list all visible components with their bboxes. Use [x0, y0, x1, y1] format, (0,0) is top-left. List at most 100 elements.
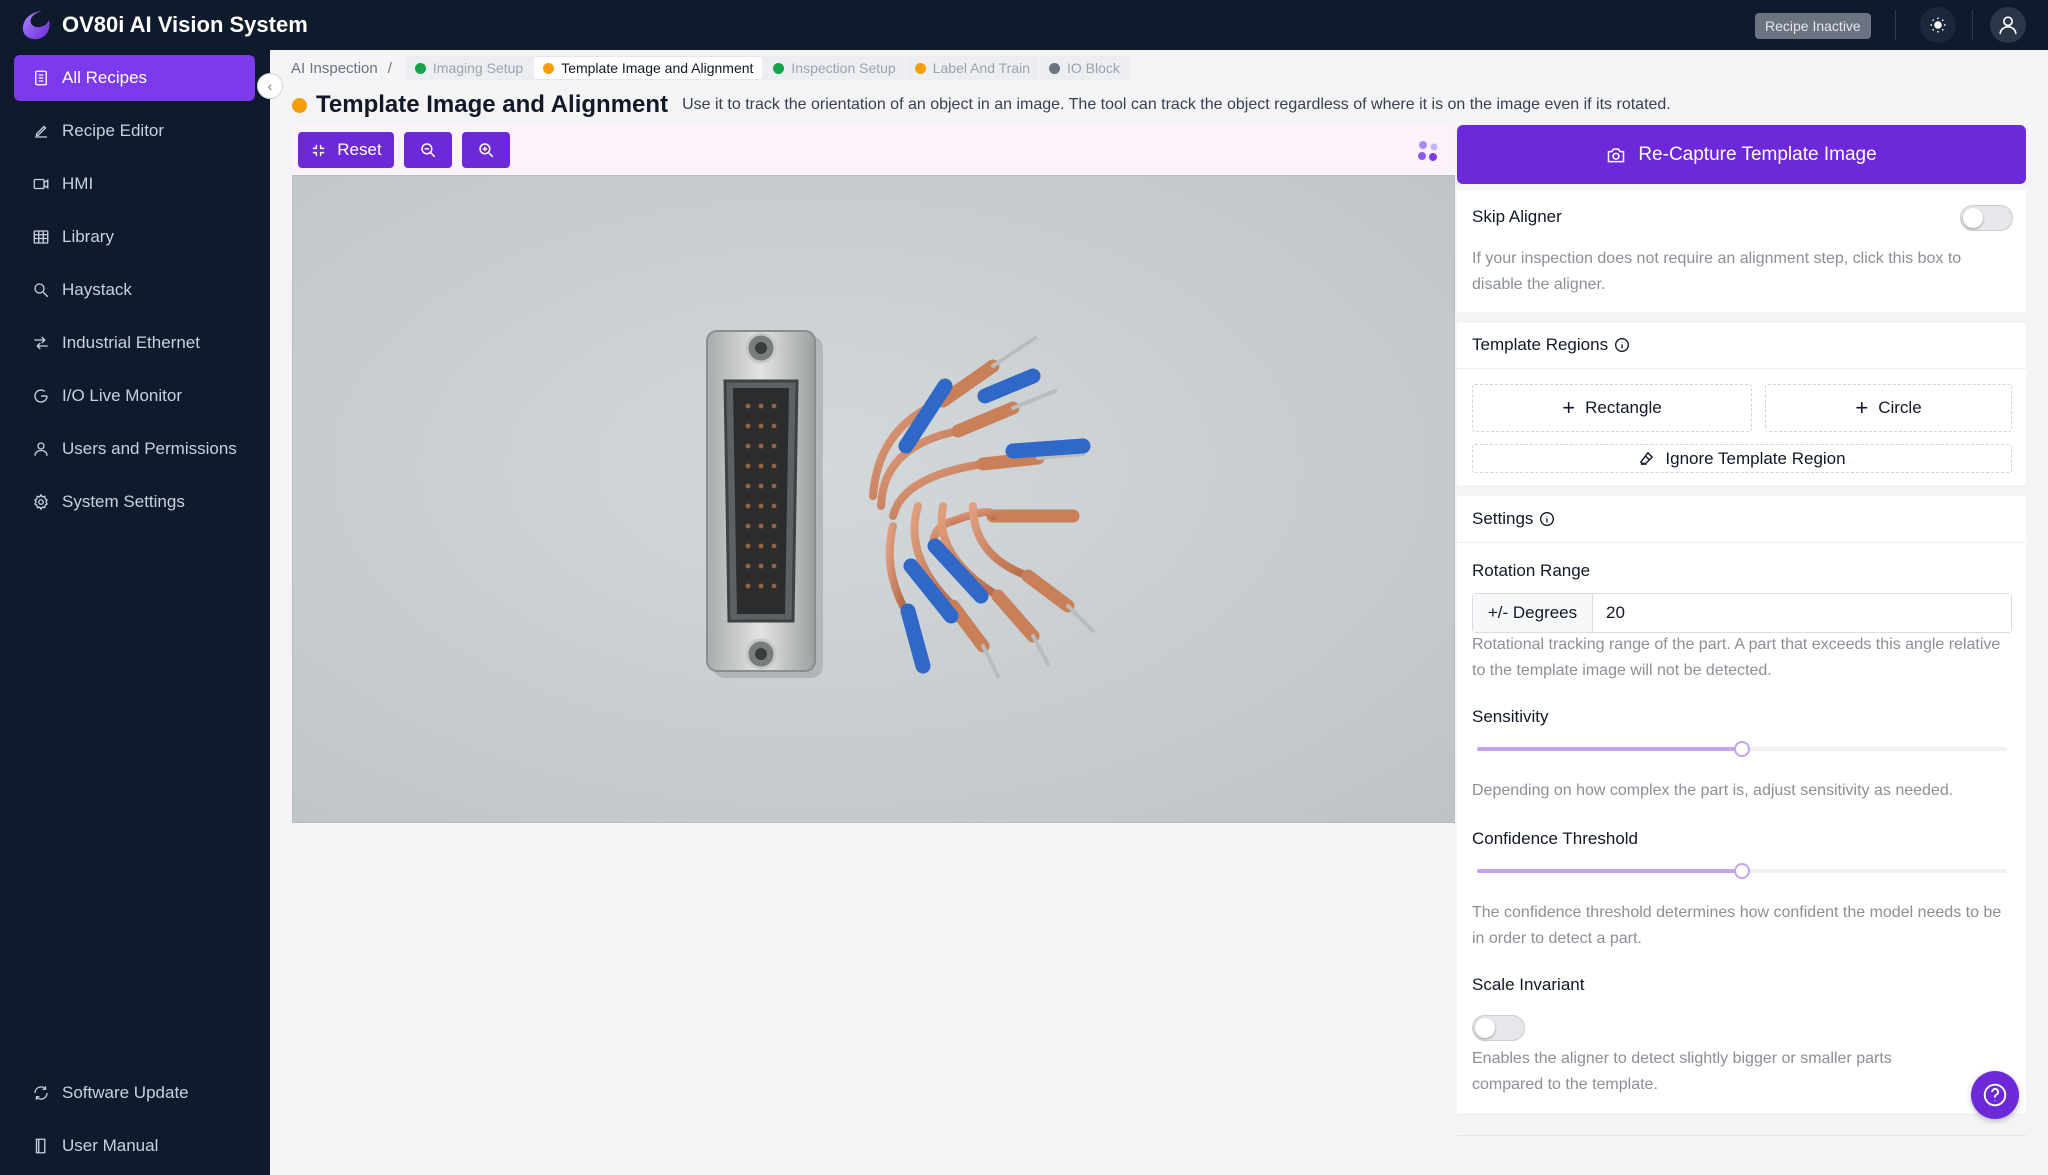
sensitivity-label: Sensitivity	[1472, 707, 1549, 726]
slider-thumb[interactable]	[1734, 863, 1750, 879]
zoom-out-button[interactable]	[404, 132, 452, 168]
recapture-template-button[interactable]: Re-Capture Template Image	[1457, 125, 2026, 184]
sidebar-item-library[interactable]: Library	[14, 214, 255, 260]
recapture-label: Re-Capture Template Image	[1638, 143, 1877, 165]
table-icon	[33, 230, 49, 244]
step-tab-label: IO Block	[1067, 60, 1120, 76]
add-rectangle-button[interactable]: + Rectangle	[1472, 384, 1752, 432]
info-icon[interactable]	[1539, 511, 1555, 527]
scale-invariant-toggle[interactable]	[1472, 1015, 1525, 1041]
gear-icon	[34, 493, 48, 511]
ignore-template-region-button[interactable]: Ignore Template Region	[1472, 444, 2012, 473]
app-title: OV80i AI Vision System	[62, 12, 308, 37]
sun-icon	[1930, 17, 1946, 33]
status-dot	[543, 62, 555, 74]
sidebar: All Recipes Recipe Editor HMI Library Ha…	[0, 50, 270, 1175]
sidebar-item-io-live-monitor[interactable]: I/O Live Monitor	[14, 373, 255, 419]
template-image	[293, 176, 1454, 822]
pencil-icon	[35, 125, 47, 138]
user-menu-button[interactable]	[1990, 7, 2026, 43]
breadcrumb: AI Inspection / Imaging Setup Template I…	[291, 56, 1130, 80]
rotation-range-input[interactable]	[1593, 594, 2011, 632]
settings-label: Settings	[1472, 509, 1534, 528]
scale-invariant-help: Enables the aligner to detect slightly b…	[1472, 1050, 1892, 1093]
sidebar-item-label: Haystack	[62, 280, 132, 299]
eraser-icon	[1640, 451, 1654, 465]
sidebar-item-label: Library	[62, 227, 114, 246]
step-tab-template-image-and-alignment[interactable]: Template Image and Alignment	[533, 56, 764, 80]
confidence-threshold-slider[interactable]	[1477, 863, 2007, 879]
step-tab-inspection-setup[interactable]: Inspection Setup	[764, 56, 905, 80]
search-icon	[34, 283, 49, 298]
sidebar-item-label: HMI	[62, 174, 94, 193]
slider-thumb[interactable]	[1734, 741, 1750, 757]
sidebar-item-label: System Settings	[62, 492, 185, 511]
zoom-in-button[interactable]	[462, 132, 510, 168]
scale-invariant-label: Scale Invariant	[1472, 975, 1585, 994]
reset-label: Reset	[337, 140, 382, 159]
divider	[1457, 368, 2026, 369]
skip-aligner-toggle[interactable]	[1960, 205, 2013, 231]
help-button[interactable]	[1971, 1071, 2019, 1119]
sidebar-item-label: User Manual	[62, 1136, 159, 1155]
step-tab-label: Imaging Setup	[432, 60, 524, 76]
sensitivity-slider[interactable]	[1477, 741, 2007, 757]
rotation-range-help: Rotational tracking range of the part. A…	[1472, 636, 2001, 679]
loading-dots-icon	[1418, 141, 1438, 161]
divider	[1457, 1135, 2026, 1136]
settings-card	[1457, 496, 2026, 1113]
slider-fill	[1477, 869, 1742, 873]
reset-button[interactable]: Reset	[298, 132, 394, 168]
shrink-icon	[313, 144, 325, 156]
step-tab-imaging-setup[interactable]: Imaging Setup	[405, 56, 533, 80]
sidebar-collapse-button[interactable]: ‹	[257, 73, 283, 99]
breadcrumb-root[interactable]: AI Inspection	[291, 60, 378, 77]
app-logo-icon	[22, 11, 50, 40]
chevron-left-icon: ‹	[267, 78, 273, 94]
sidebar-item-recipe-editor[interactable]: Recipe Editor	[14, 108, 255, 154]
refresh-icon	[34, 1086, 48, 1100]
network-icon	[34, 336, 48, 350]
book-icon	[35, 1138, 46, 1154]
sidebar-item-system-settings[interactable]: System Settings	[14, 479, 255, 525]
info-icon[interactable]	[1614, 337, 1630, 353]
video-icon	[33, 178, 49, 190]
status-dot	[292, 97, 307, 113]
step-tab-label-and-train[interactable]: Label And Train	[905, 56, 1040, 80]
settings-header: Settings	[1472, 509, 1555, 529]
sidebar-item-label: Recipe Editor	[62, 121, 165, 140]
template-regions-label: Template Regions	[1472, 335, 1609, 354]
sensitivity-help: Depending on how complex the part is, ad…	[1472, 782, 1954, 799]
top-bar: OV80i AI Vision System Recipe Inactive	[0, 0, 2048, 50]
topbar-divider	[1972, 10, 1973, 40]
status-dot	[914, 62, 926, 74]
sidebar-item-software-update[interactable]: Software Update	[14, 1070, 255, 1116]
step-tab-io-block[interactable]: IO Block	[1040, 56, 1129, 80]
sidebar-item-user-manual[interactable]: User Manual	[14, 1123, 255, 1169]
image-toolbar: Reset	[292, 125, 1455, 175]
plus-icon: +	[1562, 395, 1576, 420]
sidebar-item-label: Software Update	[62, 1083, 189, 1102]
user-icon	[34, 442, 48, 456]
monitor-icon	[34, 389, 48, 403]
sidebar-item-all-recipes[interactable]: All Recipes	[14, 55, 255, 101]
recipe-status-badge: Recipe Inactive	[1755, 13, 1871, 39]
template-image-viewer[interactable]	[292, 175, 1455, 823]
camera-icon	[1608, 147, 1625, 162]
divider	[1457, 542, 2026, 543]
template-regions-header: Template Regions	[1472, 335, 1630, 355]
sidebar-item-industrial-ethernet[interactable]: Industrial Ethernet	[14, 320, 255, 366]
step-tab-label: Label And Train	[932, 60, 1031, 76]
add-circle-button[interactable]: + Circle	[1765, 384, 2012, 432]
sidebar-item-users-and-permissions[interactable]: Users and Permissions	[14, 426, 255, 472]
page-description: Use it to track the orientation of an ob…	[682, 96, 1671, 113]
status-dot	[773, 62, 785, 74]
skip-aligner-help: If your inspection does not require an a…	[1472, 250, 1962, 293]
confidence-threshold-label: Confidence Threshold	[1472, 829, 1639, 848]
rotation-range-label: Rotation Range	[1472, 561, 1591, 580]
degrees-addon: +/- Degrees	[1473, 594, 1593, 632]
theme-toggle-button[interactable]	[1920, 7, 1956, 43]
sidebar-item-haystack[interactable]: Haystack	[14, 267, 255, 313]
rotation-range-input-group: +/- Degrees	[1472, 593, 2012, 633]
sidebar-item-hmi[interactable]: HMI	[14, 161, 255, 207]
